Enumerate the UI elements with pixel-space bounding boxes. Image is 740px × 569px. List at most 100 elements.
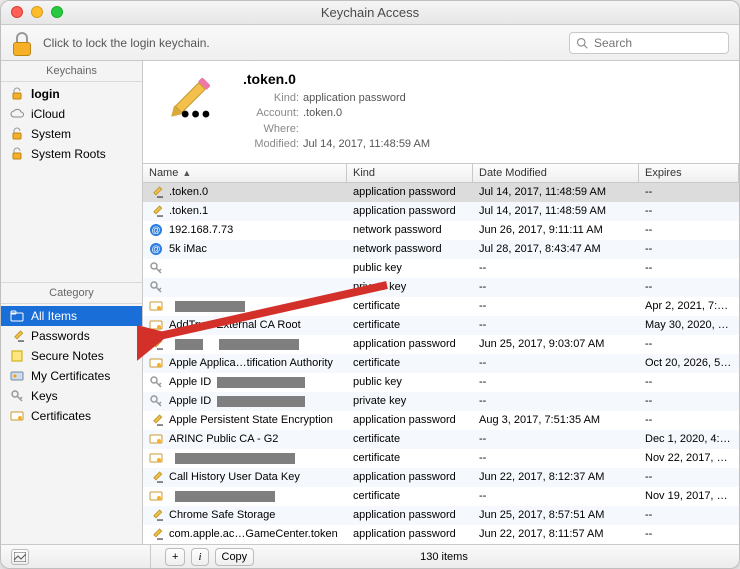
row-expires: -- (639, 374, 739, 390)
category-label: All Items (31, 309, 77, 323)
copy-button[interactable]: Copy (215, 548, 255, 566)
column-expires[interactable]: Expires (639, 164, 739, 182)
category-label: Keys (31, 389, 58, 403)
column-kind[interactable]: Kind (347, 164, 473, 182)
close-button[interactable] (11, 6, 23, 18)
row-name: Chrome Safe Storage (169, 509, 275, 521)
table-row[interactable]: application passwordJun 25, 2017, 9:03:0… (143, 335, 739, 354)
table-row[interactable]: .token.1application passwordJul 14, 2017… (143, 202, 739, 221)
category-item[interactable]: Secure Notes (1, 346, 142, 366)
cert-icon (149, 299, 163, 313)
row-expires: -- (639, 393, 739, 409)
table-row[interactable]: Apple Applica…tification Authoritycertif… (143, 354, 739, 373)
table-row[interactable]: Call History User Data Keyapplication pa… (143, 468, 739, 487)
picture-icon (14, 552, 26, 562)
row-name: com.apple.ac…GameCenter.token (169, 528, 338, 540)
items-table[interactable]: Name▲ Kind Date Modified Expires .token.… (143, 164, 739, 544)
table-row[interactable]: Apple ID public key---- (143, 373, 739, 392)
svg-text:@: @ (151, 244, 160, 254)
key-icon (149, 261, 163, 275)
table-row[interactable]: AddTrust External CA Rootcertificate--Ma… (143, 316, 739, 335)
row-kind: application password (347, 507, 473, 523)
keychain-item[interactable]: iCloud (1, 104, 142, 124)
table-row[interactable]: @5k iMacnetwork passwordJul 28, 2017, 8:… (143, 240, 739, 259)
svg-text:@: @ (151, 225, 160, 235)
table-row[interactable]: Chrome Safe Storageapplication passwordJ… (143, 506, 739, 525)
row-date: Jun 22, 2017, 8:12:37 AM (473, 469, 639, 485)
zoom-button[interactable] (51, 6, 63, 18)
window: Keychain Access Click to lock the login … (0, 0, 740, 569)
column-name[interactable]: Name▲ (143, 164, 347, 182)
table-row[interactable]: certificate--Nov 22, 2017, 4:59:59 (143, 449, 739, 468)
row-expires: Nov 22, 2017, 4:59:59 (639, 450, 739, 466)
row-date: -- (473, 393, 639, 409)
row-expires: Nov 19, 2017, 4:59:59 P (639, 488, 739, 504)
show-hidden-button[interactable] (11, 549, 29, 565)
cloud-icon (9, 106, 25, 122)
minimize-button[interactable] (31, 6, 43, 18)
keychain-label: System Roots (31, 147, 106, 161)
redaction (175, 339, 203, 350)
keychain-item[interactable]: System (1, 124, 142, 144)
row-date: -- (473, 431, 639, 447)
row-date: -- (473, 279, 639, 295)
row-expires: -- (639, 222, 739, 238)
pencil-icon (149, 527, 163, 541)
detail-name: .token.0 (243, 71, 430, 87)
table-row[interactable]: ARINC Public CA - G2certificate--Dec 1, … (143, 430, 739, 449)
redaction (219, 339, 299, 350)
row-kind: application password (347, 203, 473, 219)
search-field[interactable] (569, 32, 729, 54)
row-kind: application password (347, 412, 473, 428)
lock-open-icon (9, 126, 25, 142)
row-date: -- (473, 317, 639, 333)
category-item[interactable]: Keys (1, 386, 142, 406)
table-row[interactable]: com.apple.ac…GameCenter.tokenapplication… (143, 525, 739, 544)
detail-kind: application password (303, 91, 406, 106)
category-label: My Certificates (31, 369, 110, 383)
row-date: Jun 22, 2017, 8:11:57 AM (473, 526, 639, 542)
row-expires: -- (639, 184, 739, 200)
row-expires: Oct 20, 2026, 5:00:00 (639, 355, 739, 371)
main-panel: ••• .token.0 Kind:application password A… (143, 61, 739, 544)
sidebar-keychains-header: Keychains (1, 61, 142, 82)
table-row[interactable]: Apple Persistent State Encryptionapplica… (143, 411, 739, 430)
sort-indicator-icon: ▲ (182, 168, 191, 178)
category-item[interactable]: Certificates (1, 406, 142, 426)
lock-keychain-button[interactable] (11, 30, 33, 56)
row-name: ARINC Public CA - G2 (169, 433, 278, 445)
row-expires: -- (639, 507, 739, 523)
column-date-modified[interactable]: Date Modified (473, 164, 639, 182)
category-item[interactable]: Passwords (1, 326, 142, 346)
row-expires: -- (639, 526, 739, 542)
table-row[interactable]: private key---- (143, 278, 739, 297)
cert-icon (149, 356, 163, 370)
keychain-item[interactable]: login (1, 84, 142, 104)
row-kind: certificate (347, 431, 473, 447)
row-name: AddTrust External CA Root (169, 319, 301, 331)
card-icon (9, 368, 25, 384)
category-item[interactable]: All Items (1, 306, 142, 326)
key-icon (149, 280, 163, 294)
category-item[interactable]: My Certificates (1, 366, 142, 386)
row-expires: -- (639, 279, 739, 295)
detail-modified: Jul 14, 2017, 11:48:59 AM (303, 137, 430, 152)
info-button[interactable]: i (191, 548, 208, 566)
add-item-button[interactable]: + (165, 548, 185, 566)
key-icon (149, 375, 163, 389)
keychain-label: login (31, 87, 60, 101)
keychain-item[interactable]: System Roots (1, 144, 142, 164)
row-kind: network password (347, 241, 473, 257)
table-row[interactable]: certificate--Nov 19, 2017, 4:59:59 P (143, 487, 739, 506)
table-row[interactable]: certificate--Apr 2, 2021, 7:53:42 AM (143, 297, 739, 316)
row-kind: certificate (347, 317, 473, 333)
row-kind: certificate (347, 298, 473, 314)
table-row[interactable]: .token.0application passwordJul 14, 2017… (143, 183, 739, 202)
cert-icon (149, 432, 163, 446)
table-row[interactable]: Apple ID private key---- (143, 392, 739, 411)
table-row[interactable]: public key---- (143, 259, 739, 278)
detail-pane: ••• .token.0 Kind:application password A… (143, 61, 739, 164)
pencil-icon (149, 204, 163, 218)
table-row[interactable]: @192.168.7.73network passwordJun 26, 201… (143, 221, 739, 240)
search-input[interactable] (592, 35, 722, 51)
